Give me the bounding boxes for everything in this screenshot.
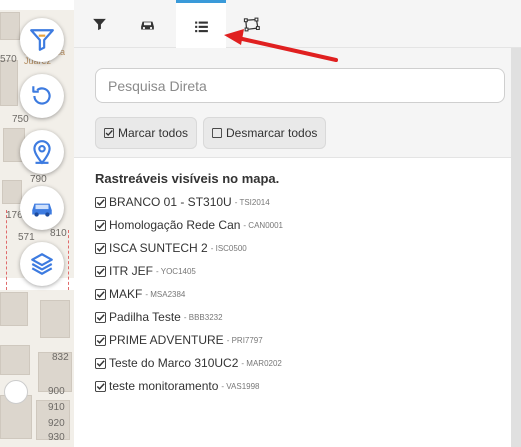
checkbox-checked-icon[interactable]: [95, 288, 106, 300]
map-building: [40, 300, 70, 338]
map-pin-icon: [33, 140, 51, 165]
map-road: [0, 0, 74, 10]
map-boundary: [6, 210, 7, 290]
checkbox-checked-icon[interactable]: [95, 380, 106, 392]
checkbox-checked-icon: [104, 128, 114, 138]
search-section: Marcar todos Desmarcar todos: [74, 48, 521, 158]
item-name: Teste do Marco 310UC2: [109, 356, 239, 370]
map-street-number: 570: [0, 54, 17, 65]
item-name: Homologação Rede Can: [109, 218, 241, 232]
map-street-number: 900: [48, 386, 65, 397]
map-building: [0, 60, 18, 106]
search-input[interactable]: [95, 68, 505, 103]
filter-map-button[interactable]: [20, 18, 64, 62]
tab-list[interactable]: [176, 0, 226, 49]
car-icon: [32, 203, 52, 217]
map-view[interactable]: 570 750 790 1765 571 810 832 900 910 920…: [0, 0, 74, 447]
item-name: ITR JEF: [109, 264, 153, 278]
map-building: [0, 292, 28, 326]
vehicles-button[interactable]: [20, 186, 64, 230]
checkbox-checked-icon[interactable]: [95, 265, 106, 277]
checkbox-checked-icon[interactable]: [95, 242, 106, 254]
item-code: - TSI2014: [234, 197, 270, 207]
side-panel: Marcar todos Desmarcar todos Rastreáveis…: [74, 0, 521, 447]
map-building: [2, 180, 22, 204]
map-street-number: 832: [52, 352, 69, 363]
panel-tabs: [74, 0, 521, 49]
map-building: [0, 12, 20, 40]
layers-icon: [31, 253, 53, 275]
refresh-map-button[interactable]: [20, 74, 64, 118]
map-street-number: 750: [12, 114, 29, 125]
item-code: - YOC1405: [156, 266, 196, 276]
map-building: [0, 345, 30, 375]
item-code: - CAN0001: [243, 220, 283, 230]
list-icon: [194, 21, 208, 32]
refresh-icon: [32, 86, 51, 105]
layers-button[interactable]: [20, 242, 64, 286]
list-item[interactable]: ISCA SUNTECH 2- ISC0500: [95, 239, 247, 257]
item-code: - MAR0202: [241, 358, 282, 368]
map-street-number: 810: [50, 228, 67, 239]
item-code: - VAS1998: [221, 381, 260, 391]
funnel-icon: [92, 18, 106, 30]
map-street-number: 930: [48, 432, 65, 443]
list-item[interactable]: BRANCO 01 - ST310U - TSI2014: [95, 193, 270, 211]
select-all-button[interactable]: Marcar todos: [95, 117, 198, 149]
item-name: teste monitoramento: [109, 379, 219, 393]
list-item[interactable]: Padilha Teste - BBB3232: [95, 308, 223, 326]
list-item[interactable]: PRIME ADVENTURE - PRI7797: [95, 331, 263, 349]
item-code: - MSA2384: [145, 289, 186, 299]
car-icon: [140, 21, 154, 29]
checkbox-checked-icon[interactable]: [95, 334, 106, 346]
map-street-number: 790: [30, 174, 47, 185]
list-item[interactable]: ITR JEF - YOC1405: [95, 262, 196, 280]
tab-vehicles[interactable]: [122, 0, 172, 48]
list-item[interactable]: MAKF - MSA2384: [95, 285, 185, 303]
map-roundabout: [4, 380, 28, 404]
map-street-number: 920: [48, 418, 65, 429]
item-code: - PRI7797: [226, 335, 263, 345]
funnel-icon: [30, 29, 54, 51]
checkbox-checked-icon[interactable]: [95, 357, 106, 369]
deselect-all-button[interactable]: Desmarcar todos: [203, 117, 327, 149]
item-code: - BBB3232: [183, 312, 223, 322]
map-street-number: 910: [48, 402, 65, 413]
tab-filter[interactable]: [74, 0, 124, 48]
list-item[interactable]: Teste do Marco 310UC2- MAR0202: [95, 354, 282, 372]
list-title: Rastreáveis visíveis no mapa.: [95, 171, 280, 186]
map-street-number: 571: [18, 232, 35, 243]
deselect-all-label: Desmarcar todos: [226, 126, 318, 140]
item-code: - ISC0500: [210, 243, 247, 253]
item-name: PRIME ADVENTURE: [109, 333, 224, 347]
location-button[interactable]: [20, 130, 64, 174]
list-item[interactable]: Homologação Rede Can - CAN0001: [95, 216, 283, 234]
checkbox-empty-icon: [212, 128, 222, 138]
list-item[interactable]: teste monitoramento - VAS1998: [95, 377, 260, 395]
checkbox-checked-icon[interactable]: [95, 196, 106, 208]
scrollbar[interactable]: [511, 48, 521, 447]
select-all-label: Marcar todos: [118, 126, 189, 140]
map-boundary: [68, 230, 69, 290]
tab-geofence[interactable]: [226, 0, 276, 48]
trackables-list: Rastreáveis visíveis no mapa. BRANCO 01 …: [74, 158, 521, 447]
item-name: Padilha Teste: [109, 310, 181, 324]
checkbox-checked-icon[interactable]: [95, 219, 106, 231]
item-name: MAKF: [109, 287, 143, 301]
checkbox-checked-icon[interactable]: [95, 311, 106, 323]
item-name: BRANCO 01 - ST310U: [109, 195, 232, 209]
polygon-icon: [243, 17, 260, 31]
item-name: ISCA SUNTECH 2: [109, 241, 208, 255]
